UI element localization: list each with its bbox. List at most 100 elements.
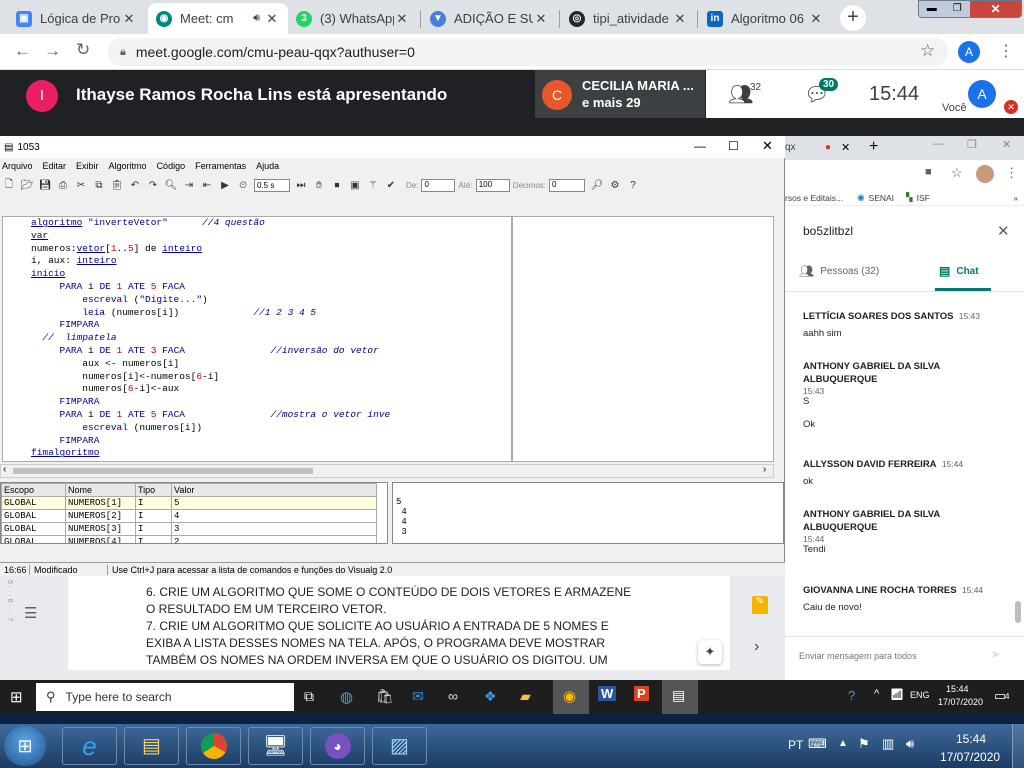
decimos-field[interactable]: 0 — [549, 178, 586, 192]
language-indicator[interactable]: ENG — [910, 690, 930, 700]
scroll-thumb[interactable] — [13, 468, 313, 474]
keyboard-icon[interactable]: ⌨ — [808, 736, 827, 752]
show-desktop-button[interactable] — [1012, 724, 1024, 768]
app-cat-icon[interactable]: ◕ — [310, 727, 365, 765]
windows-start-icon[interactable]: ⊞ — [10, 688, 23, 706]
tab-meet[interactable]: ◉ Meet: cm 🔊︎ ✕ — [148, 3, 288, 34]
restore-icon[interactable]: ❐ — [967, 138, 977, 151]
tab-whatsapp[interactable]: 3 (3) WhatsApp ✕ — [288, 3, 418, 34]
timer-icon[interactable]: ⏲ — [235, 178, 251, 192]
taskbar-visualg-active[interactable]: ▤ — [662, 680, 698, 714]
speed-select[interactable]: 0.5 s — [254, 178, 290, 192]
close-icon[interactable]: ✕ — [808, 11, 824, 27]
maximize-icon[interactable]: ☐ — [728, 139, 739, 153]
code-editor[interactable]: algoritmo "inverteVetor" //4 questão var… — [2, 216, 512, 462]
bookmark-item[interactable]: ISF — [917, 193, 930, 203]
flag-icon[interactable]: ⚑ — [858, 736, 870, 752]
step-icon[interactable]: ⏭ — [293, 178, 309, 192]
word-icon[interactable]: W — [598, 686, 617, 701]
menu-exibir[interactable]: Exibir — [76, 161, 99, 171]
menu-arquivo[interactable]: Arquivo — [2, 161, 33, 171]
task-view-icon[interactable]: ⧉ — [304, 688, 314, 705]
close-icon[interactable]: ✕ — [841, 141, 850, 154]
profile-avatar[interactable]: A — [958, 41, 980, 63]
mail-icon[interactable]: ✉ — [412, 688, 424, 705]
open-folder-icon[interactable]: 📂︎ — [19, 178, 35, 192]
network-icon[interactable]: ▥ — [882, 736, 894, 752]
outline-icon[interactable]: ☰ — [24, 604, 37, 622]
tab-people[interactable]: 👥︎ Pessoas (32) — [799, 264, 879, 278]
minimize-icon[interactable]: ▬ — [919, 1, 945, 17]
search-box[interactable]: ⚲ Type here to search — [36, 683, 294, 711]
close-window-icon[interactable]: ✕ — [1002, 138, 1011, 151]
file-explorer-icon[interactable]: ▰ — [520, 688, 531, 705]
send-icon[interactable]: ➤ — [991, 648, 1000, 661]
close-window-icon[interactable]: ✕ — [970, 1, 1021, 17]
stop-icon[interactable]: ⏹ — [329, 178, 345, 192]
dropbox-icon[interactable]: ❖ — [484, 688, 497, 705]
table-row[interactable]: GLOBAL NUMEROS[4] I 2 — [1, 535, 377, 543]
more-menu-icon[interactable]: ⋮ — [1005, 165, 1018, 181]
table-row[interactable]: GLOBAL NUMEROS[1] I 5 — [1, 496, 377, 510]
chevron-up-icon[interactable]: ^ — [874, 688, 879, 700]
chrome-taskbar-button[interactable] — [186, 727, 241, 765]
store-icon[interactable]: 🛍︎ — [376, 688, 394, 705]
horizontal-scrollbar[interactable]: ‹ › — [0, 464, 774, 478]
minimize-icon[interactable]: — — [933, 138, 944, 150]
cut-icon[interactable]: ✂ — [73, 178, 89, 192]
bookmark-star-icon[interactable]: ☆ — [951, 165, 963, 181]
powerpoint-icon[interactable]: P — [634, 686, 649, 701]
forward-arrow-icon[interactable]: → — [44, 41, 61, 61]
table-row[interactable]: GLOBAL NUMEROS[3] I 3 — [1, 522, 377, 536]
url-field[interactable]: 🔒︎ meet.google.com/cmu-peau-qqx?authuser… — [108, 38, 948, 66]
new-tab-plus-icon[interactable]: + — [869, 138, 878, 156]
network-icon[interactable]: 📶︎ — [890, 688, 904, 701]
bookmark-item[interactable]: rsos e Editais... — [785, 193, 843, 203]
close-icon[interactable]: ✕ — [394, 11, 410, 27]
undo-icon[interactable]: ↶ — [127, 178, 143, 192]
windows-start-orb-icon[interactable]: ⊞ — [4, 726, 46, 766]
chat-message-input[interactable] — [799, 648, 989, 664]
profile-avatar[interactable] — [976, 165, 994, 183]
tab-logica[interactable]: ▣ Lógica de Pro ✕ — [8, 3, 145, 34]
tab-linkedin[interactable]: in Algoritmo 06 ✕ — [699, 3, 832, 34]
close-icon[interactable]: ✕ — [264, 11, 280, 27]
close-icon[interactable]: ✕ — [121, 11, 137, 27]
tray-arrow-icon[interactable]: ▲ — [838, 738, 848, 749]
edge-icon[interactable]: ◍ — [340, 688, 353, 706]
close-icon[interactable]: ✕ — [997, 222, 1010, 240]
tab-chat[interactable]: ▤ Chat — [939, 264, 979, 278]
close-icon[interactable]: ✕ — [762, 138, 773, 154]
menu-ajuda[interactable]: Ajuda — [256, 161, 279, 171]
ate-field[interactable]: 100 — [475, 178, 510, 192]
keep-icon[interactable]: ✎ — [752, 596, 768, 614]
document-page[interactable]: 6. CRIE UM ALGORITMO QUE SOME O CONTEÚDO… — [68, 576, 730, 670]
zoom-icon[interactable]: 🔎︎ — [589, 178, 605, 192]
tab-adicao[interactable]: ▼ ADIÇÃO E SU ✕ — [422, 3, 557, 34]
console-icon[interactable]: ▣ — [347, 178, 363, 192]
restore-icon[interactable]: ❐ — [944, 1, 970, 17]
remote-desktop-icon[interactable]: 🖥︎ — [248, 727, 303, 765]
chat-scrollbar[interactable] — [1015, 601, 1021, 623]
bookmark-star-icon[interactable]: ☆ — [920, 41, 935, 61]
outdent-icon[interactable]: ⇤ — [199, 178, 215, 192]
paste-icon[interactable]: 📋︎ — [109, 178, 125, 192]
minimize-icon[interactable]: — — [694, 139, 706, 153]
menu-algoritmo[interactable]: Algoritmo — [109, 161, 147, 171]
redo-icon[interactable]: ↷ — [145, 178, 161, 192]
run-icon[interactable]: ▶ — [217, 178, 233, 192]
bookmark-item[interactable]: SENAI — [869, 193, 895, 203]
save-icon[interactable]: 💾︎ — [37, 178, 53, 192]
find-icon[interactable]: 🔍︎ — [163, 178, 179, 192]
wand-icon[interactable]: ⚚ — [365, 178, 381, 192]
more-menu-icon[interactable]: ⋮ — [998, 41, 1014, 61]
back-arrow-icon[interactable]: ← — [14, 41, 31, 61]
menu-ferramentas[interactable]: Ferramentas — [195, 161, 246, 171]
check-icon[interactable]: ✔ — [383, 178, 399, 192]
close-icon[interactable]: ✕ — [672, 11, 688, 27]
indent-icon[interactable]: ⇥ — [181, 178, 197, 192]
scroll-right-icon[interactable]: › — [763, 464, 766, 475]
help-icon[interactable]: ? — [848, 688, 855, 703]
new-tab-plus-icon[interactable]: + — [840, 5, 866, 31]
participant-tile[interactable]: C CECILIA MARIA ... e mais 29 — [535, 70, 705, 118]
